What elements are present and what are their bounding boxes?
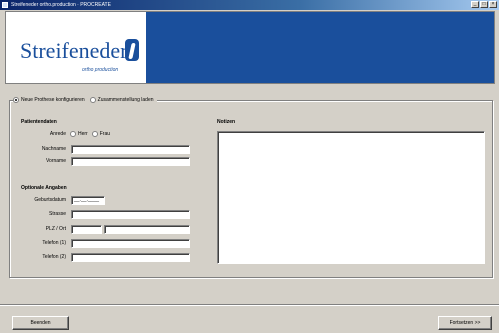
phone2-field[interactable] xyxy=(71,253,190,262)
firstname-label: Vorname xyxy=(45,158,66,164)
logo-subtitle: ortho production xyxy=(82,67,119,73)
optional-section-title: Optionale Angaben xyxy=(21,185,67,191)
radio-male[interactable]: Herr xyxy=(70,131,88,137)
logo-mark-icon xyxy=(125,39,139,61)
radio-female-icon[interactable] xyxy=(91,131,98,137)
next-button[interactable]: Fortsetzen >> xyxy=(438,316,492,330)
minimize-icon[interactable]: _ xyxy=(471,1,479,8)
footer-divider xyxy=(0,304,499,305)
mode-selector: Neue Prothese konfigurieren Zusammenstel… xyxy=(13,95,157,105)
phone1-label: Telefon (1) xyxy=(42,240,66,246)
maximize-icon[interactable]: □ xyxy=(480,1,488,8)
logo-text: Streifeneder xyxy=(20,38,128,63)
radio-new-label[interactable]: Neue Prothese konfigurieren xyxy=(21,97,85,103)
salutation-row: Anrede Herr Frau xyxy=(20,131,110,137)
birthdate-label: Geburtsdatum xyxy=(34,197,66,203)
zip-city-label: PLZ / Ort xyxy=(45,226,66,232)
lastname-label: Nachname xyxy=(41,146,66,152)
radio-load-icon[interactable] xyxy=(89,97,96,103)
notes-title: Notizen xyxy=(217,119,236,125)
exit-button[interactable]: Beenden xyxy=(12,316,69,330)
window-titlebar[interactable]: Streifeneder ortho.production · PROCREAT… xyxy=(0,0,499,10)
radio-load-label[interactable]: Zusammenstellung laden xyxy=(98,97,154,103)
radio-new-prosthesis[interactable]: Neue Prothese konfigurieren xyxy=(13,97,85,103)
radio-female[interactable]: Frau xyxy=(91,131,110,137)
radio-male-label[interactable]: Herr xyxy=(78,131,88,137)
city-field[interactable] xyxy=(104,225,190,234)
radio-male-icon[interactable] xyxy=(70,131,76,137)
radio-female-label[interactable]: Frau xyxy=(100,131,110,137)
close-icon[interactable]: × xyxy=(489,1,497,8)
logo: Streifeneder ortho production xyxy=(6,12,146,83)
zip-field[interactable] xyxy=(71,225,102,234)
firstname-field[interactable] xyxy=(71,157,190,166)
phone1-field[interactable] xyxy=(71,239,190,248)
header-banner xyxy=(146,12,494,83)
window-title: Streifeneder ortho.production · PROCREAT… xyxy=(11,2,111,8)
radio-load-assembly[interactable]: Zusammenstellung laden xyxy=(89,97,154,103)
radio-new-icon[interactable] xyxy=(13,97,19,103)
patient-section-title: Patientendaten xyxy=(21,119,57,125)
phone2-label: Telefon (2) xyxy=(42,254,66,260)
lastname-field[interactable] xyxy=(71,145,190,154)
app-icon xyxy=(2,2,8,8)
brand-header: Streifeneder ortho production xyxy=(5,11,495,84)
notes-textarea[interactable] xyxy=(217,131,485,264)
birthdate-field[interactable]: __.__.____ xyxy=(71,196,105,205)
street-field[interactable] xyxy=(71,210,190,219)
street-label: Strasse xyxy=(49,211,66,217)
salutation-label: Anrede xyxy=(49,131,66,137)
